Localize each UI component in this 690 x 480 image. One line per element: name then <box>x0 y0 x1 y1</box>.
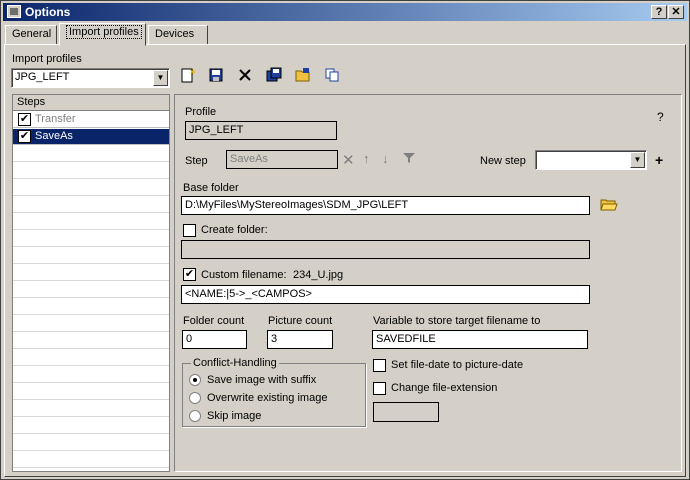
add-step-icon[interactable]: + <box>655 152 663 168</box>
skip-label: Skip image <box>207 410 262 422</box>
new-icon[interactable]: ✶ <box>177 67 197 87</box>
checkbox-checked-icon[interactable]: ✔ <box>18 113 31 126</box>
remove-step-icon[interactable]: ✕ <box>342 151 355 169</box>
change-extension-label: Change file-extension <box>391 382 498 394</box>
empty-row <box>13 214 169 230</box>
save-icon[interactable] <box>206 67 226 87</box>
step-label: Step <box>185 155 208 167</box>
picture-count-input[interactable]: 3 <box>267 330 333 349</box>
empty-row <box>13 418 169 434</box>
move-down-icon[interactable]: ↓ <box>382 151 389 166</box>
browse-folder-icon[interactable] <box>599 196 619 216</box>
empty-row <box>13 384 169 400</box>
help-icon[interactable]: ? <box>657 110 664 124</box>
tab-general[interactable]: General <box>5 25 57 45</box>
close-button[interactable]: ✕ <box>668 5 684 19</box>
open-folder-icon[interactable] <box>293 67 313 87</box>
picture-count-label: Picture count <box>268 315 333 327</box>
empty-row <box>13 146 169 162</box>
move-up-icon[interactable]: ↑ <box>363 151 370 166</box>
base-folder-label: Base folder <box>183 182 239 194</box>
folder-count-input[interactable]: 0 <box>182 330 247 349</box>
radio-skip[interactable] <box>189 410 201 422</box>
empty-row <box>13 452 169 468</box>
step-name-field[interactable]: SaveAs <box>226 150 338 169</box>
svg-text:✶: ✶ <box>189 67 195 77</box>
set-file-date-label: Set file-date to picture-date <box>391 359 524 371</box>
empty-row <box>13 265 169 281</box>
window-icon <box>7 5 21 18</box>
empty-row <box>13 435 169 451</box>
base-folder-input[interactable]: D:\MyFiles\MyStereoImages\SDM_JPG\LEFT <box>181 196 590 215</box>
create-folder-checkbox[interactable] <box>183 224 196 237</box>
empty-row <box>13 299 169 315</box>
new-step-select[interactable]: ▼ <box>535 150 647 170</box>
delete-icon[interactable] <box>235 67 255 87</box>
folder-count-label: Folder count <box>183 315 245 327</box>
custom-filename-label: Custom filename: <box>201 269 287 281</box>
overwrite-label: Overwrite existing image <box>207 392 328 404</box>
radio-overwrite[interactable] <box>189 392 201 404</box>
variable-input[interactable]: SAVEDFILE <box>372 330 588 349</box>
save-as-icon[interactable] <box>264 67 284 87</box>
copy-icon[interactable] <box>322 67 342 87</box>
steps-header: Steps <box>13 95 169 111</box>
tab-devices[interactable]: Devices <box>148 25 208 45</box>
chevron-down-icon[interactable]: ▼ <box>153 70 168 86</box>
empty-row <box>13 282 169 298</box>
extension-input[interactable] <box>373 402 439 422</box>
empty-row <box>13 367 169 383</box>
window-title: Options <box>25 5 71 19</box>
empty-row <box>13 401 169 417</box>
step-row-transfer[interactable]: ✔ Transfer <box>13 112 169 128</box>
steps-list[interactable]: Steps ✔ Transfer ✔ SaveAs <box>12 94 170 472</box>
empty-row <box>13 231 169 247</box>
empty-row <box>13 333 169 349</box>
help-button[interactable]: ? <box>651 5 667 19</box>
empty-row <box>13 197 169 213</box>
custom-filename-input[interactable]: <NAME:|5->_<CAMPOS> <box>181 285 590 304</box>
create-folder-input[interactable] <box>181 240 590 259</box>
tab-import-profiles[interactable]: Import profiles <box>59 23 146 46</box>
profile-select[interactable]: JPG_LEFT ▼ <box>11 68 170 88</box>
step-row-saveas[interactable]: ✔ SaveAs <box>13 129 169 145</box>
options-window: Options ? ✕ General Import profiles Devi… <box>0 0 690 480</box>
filename-preview: 234_U.jpg <box>293 269 344 281</box>
change-extension-checkbox[interactable] <box>373 382 386 395</box>
empty-row <box>13 316 169 332</box>
profile-name-field[interactable]: JPG_LEFT <box>185 121 337 140</box>
custom-filename-checkbox[interactable]: ✔ <box>183 268 196 281</box>
empty-row <box>13 180 169 196</box>
variable-label: Variable to store target filename to <box>373 315 541 327</box>
save-with-suffix-label: Save image with suffix <box>207 374 317 386</box>
chevron-down-icon[interactable]: ▼ <box>630 152 645 168</box>
import-profiles-label: Import profiles <box>12 53 82 65</box>
checkbox-checked-icon[interactable]: ✔ <box>18 130 31 143</box>
set-file-date-checkbox[interactable] <box>373 359 386 372</box>
empty-row <box>13 248 169 264</box>
empty-row <box>13 350 169 366</box>
radio-save-with-suffix[interactable] <box>189 374 201 386</box>
title-bar[interactable]: Options ? ✕ <box>3 3 687 21</box>
create-folder-label: Create folder: <box>201 224 268 236</box>
new-step-label: New step <box>480 155 526 167</box>
filter-icon[interactable] <box>399 150 419 170</box>
empty-row <box>13 163 169 179</box>
conflict-handling-title: Conflict-Handling <box>191 357 279 369</box>
profile-label: Profile <box>185 106 217 118</box>
